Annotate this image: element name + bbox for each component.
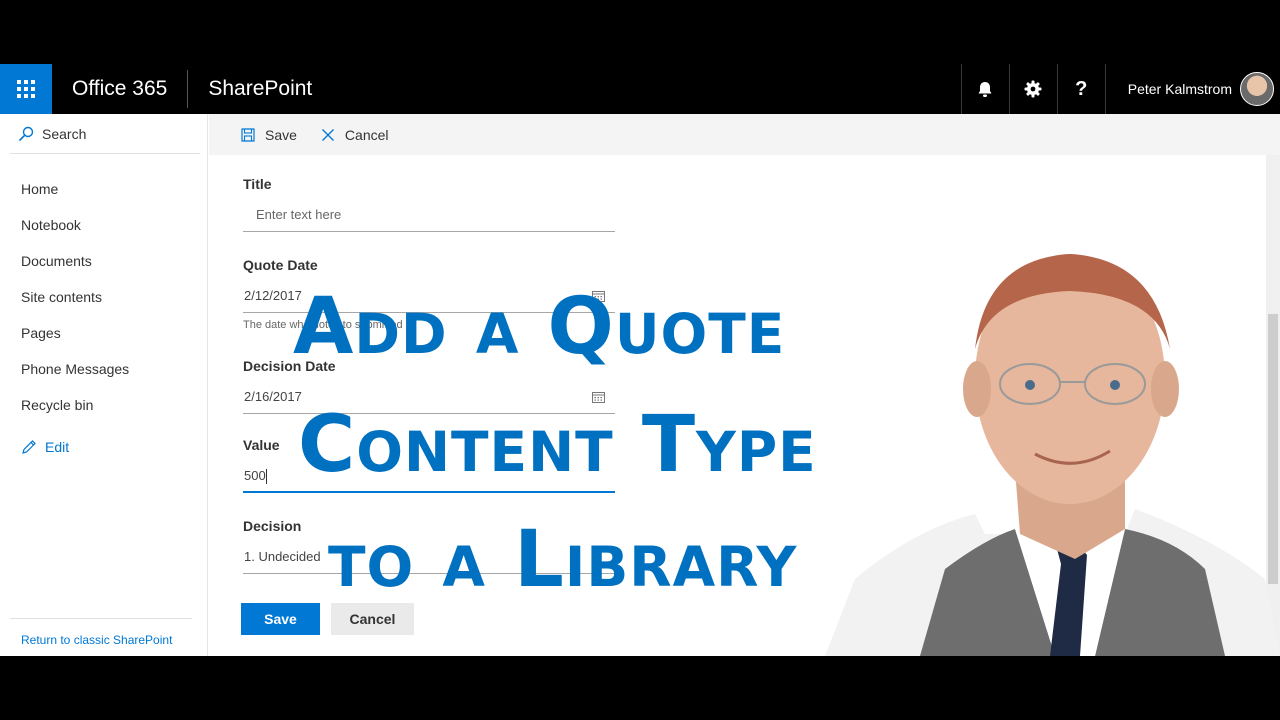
cmd-save-label: Save bbox=[265, 126, 297, 143]
left-navigation: Search Home Notebook Documents Site cont… bbox=[0, 114, 208, 656]
decision-date-field: Decision Date 2/16/2017 bbox=[243, 358, 615, 414]
value-text: 500 bbox=[244, 468, 266, 483]
user-name: Peter Kalmstrom bbox=[1127, 81, 1232, 97]
quote-date-input[interactable]: 2/12/2017 bbox=[243, 279, 615, 313]
value-input[interactable]: 500 bbox=[243, 459, 615, 493]
help-button[interactable]: ? bbox=[1056, 64, 1105, 114]
gear-icon bbox=[1024, 80, 1042, 98]
cancel-button[interactable]: Cancel bbox=[331, 603, 414, 635]
decision-date-label: Decision Date bbox=[243, 358, 336, 374]
value-label: Value bbox=[243, 437, 280, 453]
calendar-icon[interactable] bbox=[592, 290, 605, 302]
nav-item-phone-messages[interactable]: Phone Messages bbox=[21, 357, 129, 393]
search-label: Search bbox=[42, 125, 87, 142]
edit-label: Edit bbox=[45, 439, 70, 455]
cmd-cancel-button[interactable]: Cancel bbox=[321, 127, 389, 143]
presenter-photo bbox=[825, 254, 1280, 656]
decision-field: Decision 1. Undecided bbox=[243, 518, 615, 574]
nav-item-site-contents[interactable]: Site contents bbox=[21, 285, 129, 321]
quote-date-hint: The date wh quote i to submitted bbox=[243, 319, 403, 331]
quote-date-label: Quote Date bbox=[243, 257, 318, 273]
nav-item-home[interactable]: Home bbox=[21, 177, 129, 213]
save-button[interactable]: Save bbox=[241, 603, 320, 635]
command-bar: Save Cancel bbox=[209, 114, 1280, 155]
decision-label: Decision bbox=[243, 518, 302, 534]
app-launcher-button[interactable] bbox=[0, 64, 52, 114]
nav-divider bbox=[10, 618, 192, 619]
waffle-icon bbox=[17, 80, 35, 98]
nav-item-notebook[interactable]: Notebook bbox=[21, 213, 129, 249]
sharepoint-window: Office 365 SharePoint ? Peter Kalmstrom … bbox=[0, 64, 1280, 656]
help-icon: ? bbox=[1075, 77, 1088, 100]
close-icon bbox=[321, 128, 334, 141]
avatar bbox=[1240, 72, 1274, 106]
nav-item-pages[interactable]: Pages bbox=[21, 321, 129, 357]
bell-icon bbox=[978, 81, 992, 97]
cmd-cancel-label: Cancel bbox=[344, 126, 389, 143]
cmd-save-button[interactable]: Save bbox=[241, 127, 297, 143]
return-to-classic-link[interactable]: Return to classic SharePoint bbox=[21, 633, 172, 647]
suite-bar: Office 365 SharePoint ? Peter Kalmstrom bbox=[0, 64, 1280, 114]
decision-date-value: 2/16/2017 bbox=[244, 389, 302, 404]
decision-select[interactable]: 1. Undecided bbox=[243, 540, 615, 574]
save-icon bbox=[241, 127, 255, 142]
calendar-icon[interactable] bbox=[592, 391, 605, 403]
user-menu[interactable]: Peter Kalmstrom bbox=[1104, 64, 1280, 114]
title-field: Title Enter text here bbox=[243, 176, 615, 232]
title-input[interactable]: Enter text here bbox=[243, 198, 615, 232]
quote-date-field: Quote Date 2/12/2017 The date wh quote i… bbox=[243, 257, 615, 331]
nav-item-documents[interactable]: Documents bbox=[21, 249, 129, 285]
settings-button[interactable] bbox=[1008, 64, 1057, 114]
nav-list: Home Notebook Documents Site contents Pa… bbox=[21, 177, 129, 465]
office365-link[interactable]: Office 365 bbox=[52, 64, 187, 114]
sharepoint-link[interactable]: SharePoint bbox=[188, 64, 332, 114]
quote-date-value: 2/12/2017 bbox=[244, 288, 302, 303]
decision-value: 1. Undecided bbox=[244, 549, 321, 564]
value-field: Value 500 bbox=[243, 437, 615, 493]
pencil-icon bbox=[22, 440, 36, 454]
nav-edit-link[interactable]: Edit bbox=[21, 429, 129, 465]
nav-item-recycle-bin[interactable]: Recycle bin bbox=[21, 393, 129, 429]
text-cursor bbox=[265, 469, 267, 485]
title-label: Title bbox=[243, 176, 272, 192]
search-box[interactable]: Search bbox=[10, 114, 200, 154]
notifications-button[interactable] bbox=[960, 64, 1009, 114]
search-icon bbox=[18, 126, 34, 141]
decision-date-input[interactable]: 2/16/2017 bbox=[243, 380, 615, 414]
